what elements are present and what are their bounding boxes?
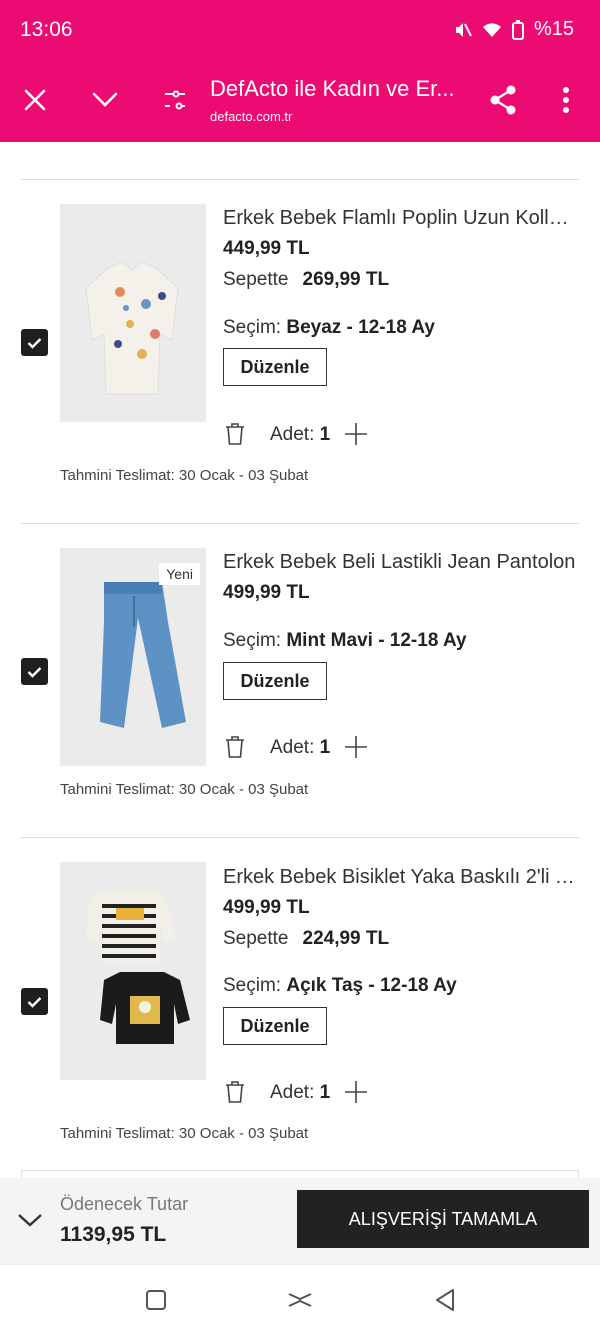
basket-price: Sepette 269,99 TL — [223, 269, 389, 291]
close-button[interactable] — [13, 78, 57, 122]
selection-value: Beyaz - 12-18 Ay — [286, 317, 435, 338]
browser-appbar: DefActo ile Kadın ve Er... defacto.com.t… — [0, 60, 600, 142]
trash-icon[interactable] — [224, 735, 246, 759]
edit-button[interactable]: Düzenle — [223, 348, 327, 386]
trash-icon[interactable] — [224, 422, 246, 446]
home-icon — [288, 1293, 312, 1307]
status-icons: %15 — [454, 18, 574, 41]
quantity-value: 1 — [319, 424, 331, 445]
battery-level: %15 — [533, 18, 574, 40]
check-icon — [27, 337, 42, 349]
edit-button[interactable]: Düzenle — [223, 662, 327, 700]
divider — [21, 837, 579, 838]
quantity-value: 1 — [319, 1082, 331, 1103]
item-checkbox[interactable] — [21, 329, 48, 356]
edit-button[interactable]: Düzenle — [223, 1007, 327, 1045]
basket-price-value: 269,99 TL — [302, 269, 390, 290]
tshirt-set-image — [60, 862, 206, 1080]
system-navbar — [0, 1264, 600, 1333]
product-price: 499,99 TL — [223, 582, 310, 603]
close-icon — [24, 89, 46, 111]
quantity: Adet: 1 — [270, 1082, 330, 1104]
variant-selection: Seçim: Mint Mavi - 12-18 Ay — [223, 630, 467, 652]
quantity-label: Adet: — [270, 424, 315, 445]
quantity: Adet: 1 — [270, 424, 330, 446]
minimize-button[interactable] — [83, 78, 127, 122]
more-vertical-icon — [563, 87, 569, 113]
product-price: 499,99 TL — [223, 897, 310, 918]
check-icon — [27, 996, 42, 1008]
shirt-image — [60, 204, 206, 422]
site-settings-button[interactable] — [153, 78, 197, 122]
product-name[interactable]: Erkek Bebek Flamlı Poplin Uzun Kollu Göm… — [223, 207, 579, 230]
browser-header: 13:06 %15 DefActo ile Kadın ve Er... def… — [0, 0, 600, 142]
recents-icon — [146, 1290, 166, 1310]
total-amount: 1139,95 TL — [60, 1223, 167, 1246]
status-time: 13:06 — [20, 18, 73, 41]
battery-icon — [511, 19, 524, 40]
item-checkbox[interactable] — [21, 988, 48, 1015]
basket-price: Sepette 224,99 TL — [223, 928, 389, 950]
item-checkbox[interactable] — [21, 658, 48, 685]
back-button[interactable] — [430, 1285, 460, 1315]
chevron-down-icon — [92, 92, 118, 107]
plus-icon[interactable] — [344, 422, 368, 446]
page-title: DefActo ile Kadın ve Er... — [210, 76, 455, 101]
variant-selection: Seçim: Beyaz - 12-18 Ay — [223, 317, 435, 339]
wifi-icon — [482, 22, 501, 37]
product-name[interactable]: Erkek Bebek Bisiklet Yaka Baskılı 2'li T… — [223, 866, 579, 889]
quantity-label: Adet: — [270, 737, 315, 758]
quantity-value: 1 — [319, 737, 331, 758]
quantity: Adet: 1 — [270, 737, 330, 759]
quantity-label: Adet: — [270, 1082, 315, 1103]
new-badge: Yeni — [159, 563, 200, 585]
status-bar: 13:06 %15 — [0, 0, 600, 60]
more-options-button[interactable] — [544, 78, 588, 122]
delivery-estimate: Tahmini Teslimat: 30 Ocak - 03 Şubat — [60, 467, 309, 484]
selection-label: Seçim: — [223, 630, 282, 651]
order-summary: Ödenecek Tutar 1139,95 TL ALIŞVERİŞİ TAM… — [0, 1178, 600, 1264]
divider — [21, 179, 579, 180]
page-url: defacto.com.tr — [210, 109, 293, 124]
product-image[interactable] — [60, 862, 206, 1080]
product-price: 449,99 TL — [223, 238, 310, 259]
back-icon — [436, 1289, 454, 1311]
share-icon — [490, 85, 516, 115]
total-label: Ödenecek Tutar — [60, 1194, 189, 1214]
checkout-button[interactable]: ALIŞVERİŞİ TAMAMLA — [297, 1190, 589, 1248]
plus-icon[interactable] — [344, 1080, 368, 1104]
tune-icon — [165, 90, 185, 110]
delivery-estimate: Tahmini Teslimat: 30 Ocak - 03 Şubat — [60, 1125, 309, 1142]
share-button[interactable] — [481, 78, 525, 122]
check-icon — [27, 666, 42, 678]
divider — [21, 523, 579, 524]
plus-icon[interactable] — [344, 735, 368, 759]
trash-icon[interactable] — [224, 1080, 246, 1104]
home-button[interactable] — [285, 1285, 315, 1315]
recents-button[interactable] — [141, 1285, 171, 1315]
selection-label: Seçim: — [223, 975, 282, 996]
mute-icon — [455, 22, 472, 37]
basket-label: Sepette — [223, 928, 289, 949]
product-image[interactable] — [60, 204, 206, 422]
basket-label: Sepette — [223, 269, 289, 290]
product-image[interactable]: Yeni — [60, 548, 206, 766]
chevron-down-icon[interactable] — [16, 1206, 44, 1234]
selection-value: Açık Taş - 12-18 Ay — [286, 975, 457, 996]
basket-price-value: 224,99 TL — [302, 928, 390, 949]
product-name[interactable]: Erkek Bebek Beli Lastikli Jean Pantolon — [223, 551, 579, 574]
variant-selection: Seçim: Açık Taş - 12-18 Ay — [223, 975, 457, 997]
delivery-estimate: Tahmini Teslimat: 30 Ocak - 03 Şubat — [60, 781, 309, 798]
selection-label: Seçim: — [223, 317, 282, 338]
selection-value: Mint Mavi - 12-18 Ay — [286, 630, 467, 651]
